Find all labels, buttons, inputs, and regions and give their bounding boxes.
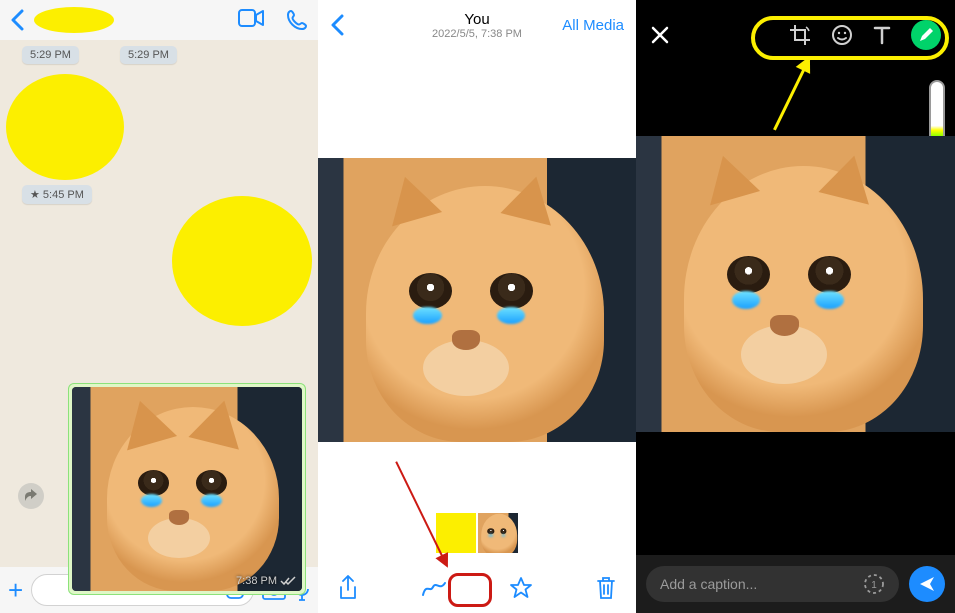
voice-call-icon[interactable]: [286, 9, 308, 31]
share-icon[interactable]: [338, 575, 358, 601]
timestamp-pill: ★ 5:45 PM: [22, 185, 92, 204]
send-button[interactable]: [909, 566, 945, 602]
media-header: You 2022/5/5, 7:38 PM All Media: [318, 0, 636, 50]
cat-image: [72, 387, 302, 591]
all-media-link[interactable]: All Media: [562, 17, 624, 34]
redacted-message[interactable]: [172, 196, 312, 326]
editor-toolbar: [636, 0, 955, 70]
close-icon[interactable]: [650, 25, 670, 45]
timestamp-pill: 5:29 PM: [22, 46, 79, 64]
media-thumbnails: [318, 513, 636, 553]
redacted-message[interactable]: [6, 74, 124, 180]
back-icon[interactable]: [330, 14, 344, 36]
attach-icon[interactable]: +: [8, 575, 23, 606]
caption-placeholder: Add a caption...: [660, 576, 757, 592]
editor-image[interactable]: [636, 136, 955, 432]
thumbnail[interactable]: [436, 513, 476, 553]
timestamp-pill: 5:29 PM: [120, 46, 177, 64]
emoji-icon[interactable]: [831, 24, 853, 46]
photo-timestamp: 7:38 PM: [236, 575, 296, 587]
view-once-icon[interactable]: 1: [863, 573, 885, 595]
read-ticks-icon: [280, 576, 296, 586]
svg-text:1: 1: [871, 580, 877, 591]
editor-footer: Add a caption... 1: [636, 555, 955, 613]
forward-icon[interactable]: [18, 483, 44, 509]
draw-pen-icon[interactable]: [911, 20, 941, 50]
text-icon[interactable]: [873, 25, 891, 45]
back-icon[interactable]: [10, 9, 24, 31]
media-toolbar: [318, 563, 636, 613]
star-icon[interactable]: [509, 576, 533, 600]
chat-body[interactable]: 5:29 PM 5:29 PM ★ 5:45 PM 7: [0, 40, 318, 567]
media-image[interactable]: [318, 158, 636, 442]
trash-icon[interactable]: [596, 576, 616, 600]
chat-screen: 5:29 PM 5:29 PM ★ 5:45 PM 7: [0, 0, 318, 613]
image-editor-screen: Add a caption... 1: [636, 0, 955, 613]
crop-rotate-icon[interactable]: [789, 24, 811, 46]
caption-input[interactable]: Add a caption... 1: [646, 566, 899, 602]
chat-header: [0, 0, 318, 40]
video-call-icon[interactable]: [238, 9, 264, 31]
media-viewer-screen: You 2022/5/5, 7:38 PM All Media: [318, 0, 636, 613]
thumbnail-selected[interactable]: [478, 513, 518, 553]
edit-draw-icon[interactable]: [421, 577, 447, 599]
photo-message[interactable]: 7:38 PM: [68, 383, 306, 595]
contact-name-redacted[interactable]: [34, 7, 114, 33]
